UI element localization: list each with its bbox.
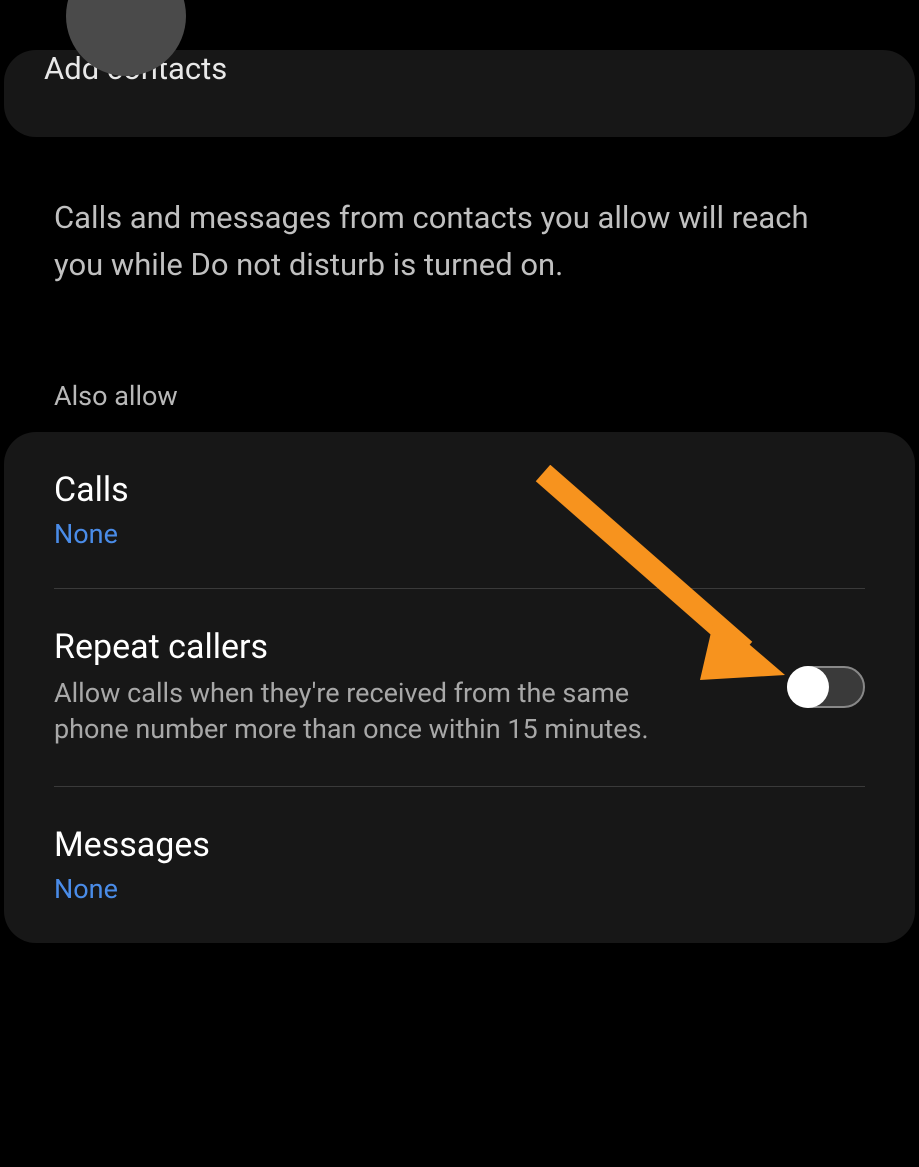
toggle-knob	[787, 666, 829, 708]
messages-value: None	[54, 873, 865, 905]
messages-setting[interactable]: Messages None	[4, 787, 915, 943]
repeat-callers-description: Allow calls when they're received from t…	[54, 675, 684, 748]
repeat-callers-toggle[interactable]	[787, 666, 865, 708]
repeat-callers-setting[interactable]: Repeat callers Allow calls when they're …	[4, 589, 915, 786]
calls-title: Calls	[54, 470, 865, 510]
calls-setting[interactable]: Calls None	[4, 432, 915, 588]
messages-title: Messages	[54, 825, 865, 865]
settings-card: Calls None Repeat callers Allow calls wh…	[4, 432, 915, 943]
dnd-description: Calls and messages from contacts you all…	[0, 195, 919, 288]
repeat-callers-title: Repeat callers	[54, 627, 787, 667]
calls-value: None	[54, 518, 865, 550]
also-allow-header: Also allow	[0, 380, 919, 412]
add-contacts-card[interactable]: Add contacts	[4, 50, 915, 137]
